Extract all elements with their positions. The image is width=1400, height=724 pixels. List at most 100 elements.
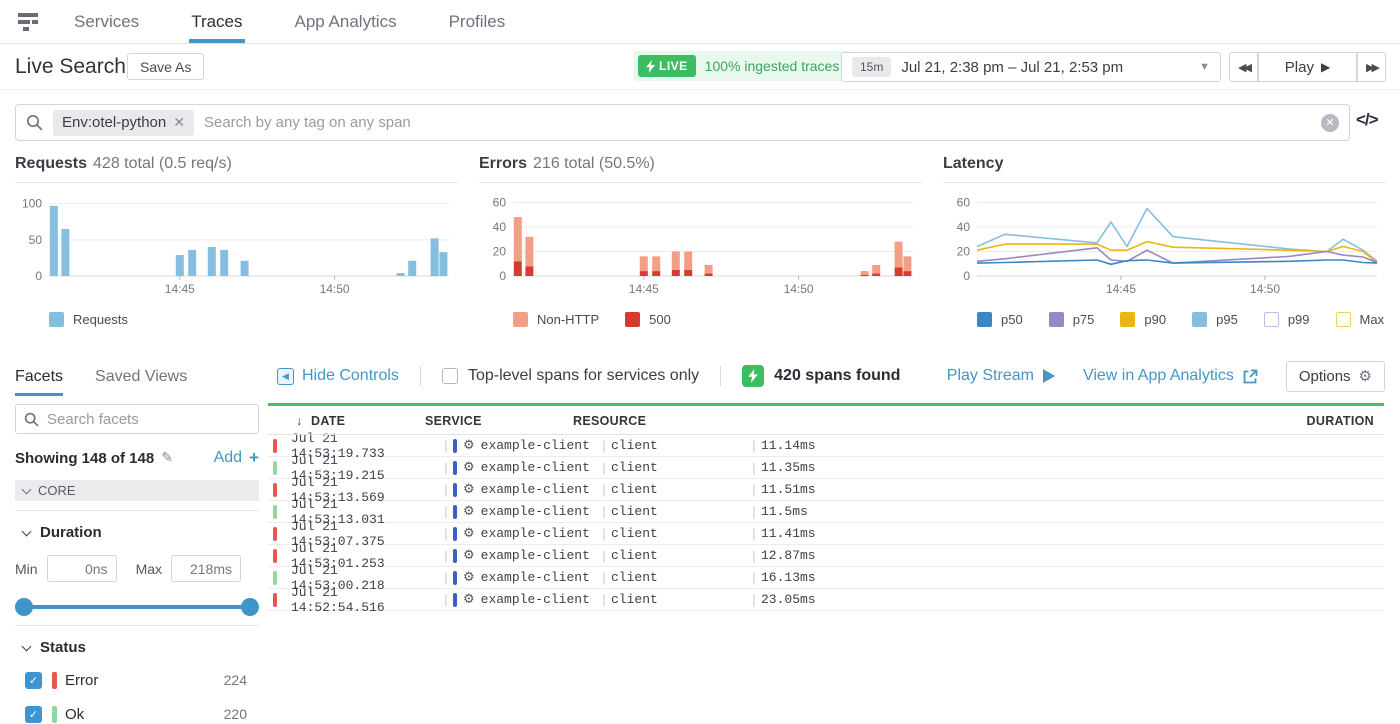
facet-search-input[interactable]: Search facets <box>15 404 259 434</box>
divider: | <box>439 460 453 475</box>
row-duration: 12.87ms <box>761 548 816 563</box>
hide-controls-button[interactable]: ◀ Hide Controls <box>277 367 399 385</box>
clear-search-icon[interactable]: ✕ <box>1321 114 1339 132</box>
step-back-button[interactable]: ◀◀ <box>1229 52 1258 82</box>
latency-chart-plot[interactable]: 020406014:4514:50 <box>943 183 1386 304</box>
gear-icon: ⚙ <box>1359 367 1372 385</box>
edit-facets-icon[interactable]: ✎ <box>161 450 173 466</box>
traces-table-header: ↓ DATE SERVICE RESOURCE DURATION <box>268 406 1384 435</box>
duration-facet-header[interactable]: Duration <box>23 524 259 541</box>
service-name: example-client <box>481 548 590 563</box>
service-color-bar <box>453 439 457 453</box>
service-gear-icon: ⚙ <box>463 570 475 585</box>
legend-item-max[interactable]: Max <box>1336 312 1385 327</box>
legend-item-p75[interactable]: p75 <box>1049 312 1095 327</box>
legend-item-p99[interactable]: p99 <box>1264 312 1310 327</box>
slider-track[interactable] <box>17 605 257 609</box>
legend-item-p50[interactable]: p50 <box>977 312 1023 327</box>
legend-label: Non-HTTP <box>537 312 599 327</box>
spans-found-status: 420 spans found <box>742 365 900 387</box>
errors-chart-plot[interactable]: 020406014:4514:50 <box>479 183 922 304</box>
service-name: example-client <box>481 504 590 519</box>
slider-handle-min[interactable] <box>15 598 33 616</box>
code-view-icon[interactable]: </> <box>1356 110 1378 130</box>
legend-label: Max <box>1360 312 1385 327</box>
sort-descending-icon[interactable]: ↓ <box>296 414 303 428</box>
service-color-bar <box>453 483 457 497</box>
add-facet-button[interactable]: Add + <box>214 448 259 468</box>
play-button[interactable]: Play ▶ <box>1258 52 1357 82</box>
step-forward-button[interactable]: ▶▶ <box>1357 52 1386 82</box>
column-header-date[interactable]: DATE <box>311 414 345 428</box>
save-as-button[interactable]: Save As <box>127 53 204 80</box>
nav-item-services[interactable]: Services <box>72 0 141 43</box>
collapse-panel-icon: ◀ <box>277 368 294 385</box>
status-facet-header[interactable]: Status <box>23 639 259 656</box>
search-filter-tag[interactable]: Env:otel-python ✕ <box>53 110 194 136</box>
time-range-picker[interactable]: 15m Jul 21, 2:38 pm – Jul 21, 2:53 pm ▼ <box>841 52 1221 82</box>
live-badge-label: LIVE <box>659 59 688 73</box>
page-header: Live Search Save As LIVE 100% ingested t… <box>0 44 1400 90</box>
live-badge[interactable]: LIVE <box>638 55 696 77</box>
service-name: example-client <box>481 592 590 607</box>
divider: | <box>597 460 611 475</box>
nav-item-app-analytics[interactable]: App Analytics <box>293 0 399 43</box>
legend-item-non-http[interactable]: Non-HTTP <box>513 312 599 327</box>
column-header-duration[interactable]: DURATION <box>1307 414 1374 428</box>
svg-text:20: 20 <box>493 244 507 258</box>
top-level-spans-toggle[interactable]: Top-level spans for services only <box>442 367 699 385</box>
divider: | <box>747 460 761 475</box>
status-facet-label: Status <box>40 639 86 656</box>
svg-text:40: 40 <box>957 220 971 234</box>
status-checkbox-checked[interactable]: ✓ <box>25 706 42 723</box>
svg-text:0: 0 <box>35 269 42 283</box>
table-row[interactable]: Jul 21 14:52:54.516|⚙example-client|clie… <box>268 589 1384 611</box>
remove-tag-icon[interactable]: ✕ <box>173 114 185 131</box>
status-facet-row[interactable]: ✓Error224 <box>25 670 259 690</box>
view-in-app-analytics-link[interactable]: View in App Analytics <box>1083 367 1258 385</box>
service-color-bar <box>453 571 457 585</box>
facet-group-core[interactable]: CORE <box>15 480 259 501</box>
legend-label: 500 <box>649 312 671 327</box>
nav-item-profiles[interactable]: Profiles <box>447 0 508 43</box>
legend-item-p90[interactable]: p90 <box>1120 312 1166 327</box>
slider-handle-max[interactable] <box>241 598 259 616</box>
row-date: Jul 21 14:52:54.516 <box>291 585 439 615</box>
rewind-icon: ◀◀ <box>1238 61 1249 74</box>
svg-text:40: 40 <box>493 220 507 234</box>
primary-nav: Services Traces App Analytics Profiles <box>72 0 555 43</box>
nav-item-traces[interactable]: Traces <box>189 0 244 43</box>
duration-range-slider[interactable] <box>15 598 259 616</box>
svg-text:20: 20 <box>957 244 971 258</box>
status-facet-row[interactable]: ✓Ok220 <box>25 704 259 724</box>
row-resource: client <box>611 526 747 541</box>
legend-item-500[interactable]: 500 <box>625 312 671 327</box>
row-status-stripe <box>273 593 277 607</box>
legend-item-requests[interactable]: Requests <box>49 312 128 327</box>
spans-found-label: 420 spans found <box>774 367 900 385</box>
svg-text:60: 60 <box>493 195 507 209</box>
search-input[interactable]: Search by any tag on any span <box>204 114 411 131</box>
duration-max-label: Max <box>136 561 162 577</box>
tab-saved-views[interactable]: Saved Views <box>95 360 187 396</box>
legend-item-p95[interactable]: p95 <box>1192 312 1238 327</box>
play-stream-button[interactable]: Play Stream <box>947 367 1055 385</box>
status-color-bar <box>52 672 57 689</box>
legend-swatch <box>513 312 528 327</box>
tab-facets[interactable]: Facets <box>15 360 63 396</box>
duration-min-input[interactable]: 0ns <box>47 555 117 582</box>
divider: | <box>439 548 453 563</box>
column-header-service[interactable]: SERVICE <box>425 414 482 428</box>
search-bar[interactable]: Env:otel-python ✕ Search by any tag on a… <box>15 104 1350 141</box>
fast-forward-icon: ▶▶ <box>1366 61 1377 74</box>
duration-max-input[interactable]: 218ms <box>171 555 241 582</box>
top-level-spans-checkbox[interactable] <box>442 368 458 384</box>
status-checkbox-checked[interactable]: ✓ <box>25 672 42 689</box>
options-button[interactable]: Options ⚙ <box>1286 361 1385 392</box>
divider: | <box>747 438 761 453</box>
column-header-resource[interactable]: RESOURCE <box>573 414 646 428</box>
row-resource: client <box>611 592 747 607</box>
apm-logo-icon[interactable] <box>15 10 41 34</box>
requests-chart-plot[interactable]: 05010014:4514:50 <box>15 183 458 304</box>
divider: | <box>439 482 453 497</box>
